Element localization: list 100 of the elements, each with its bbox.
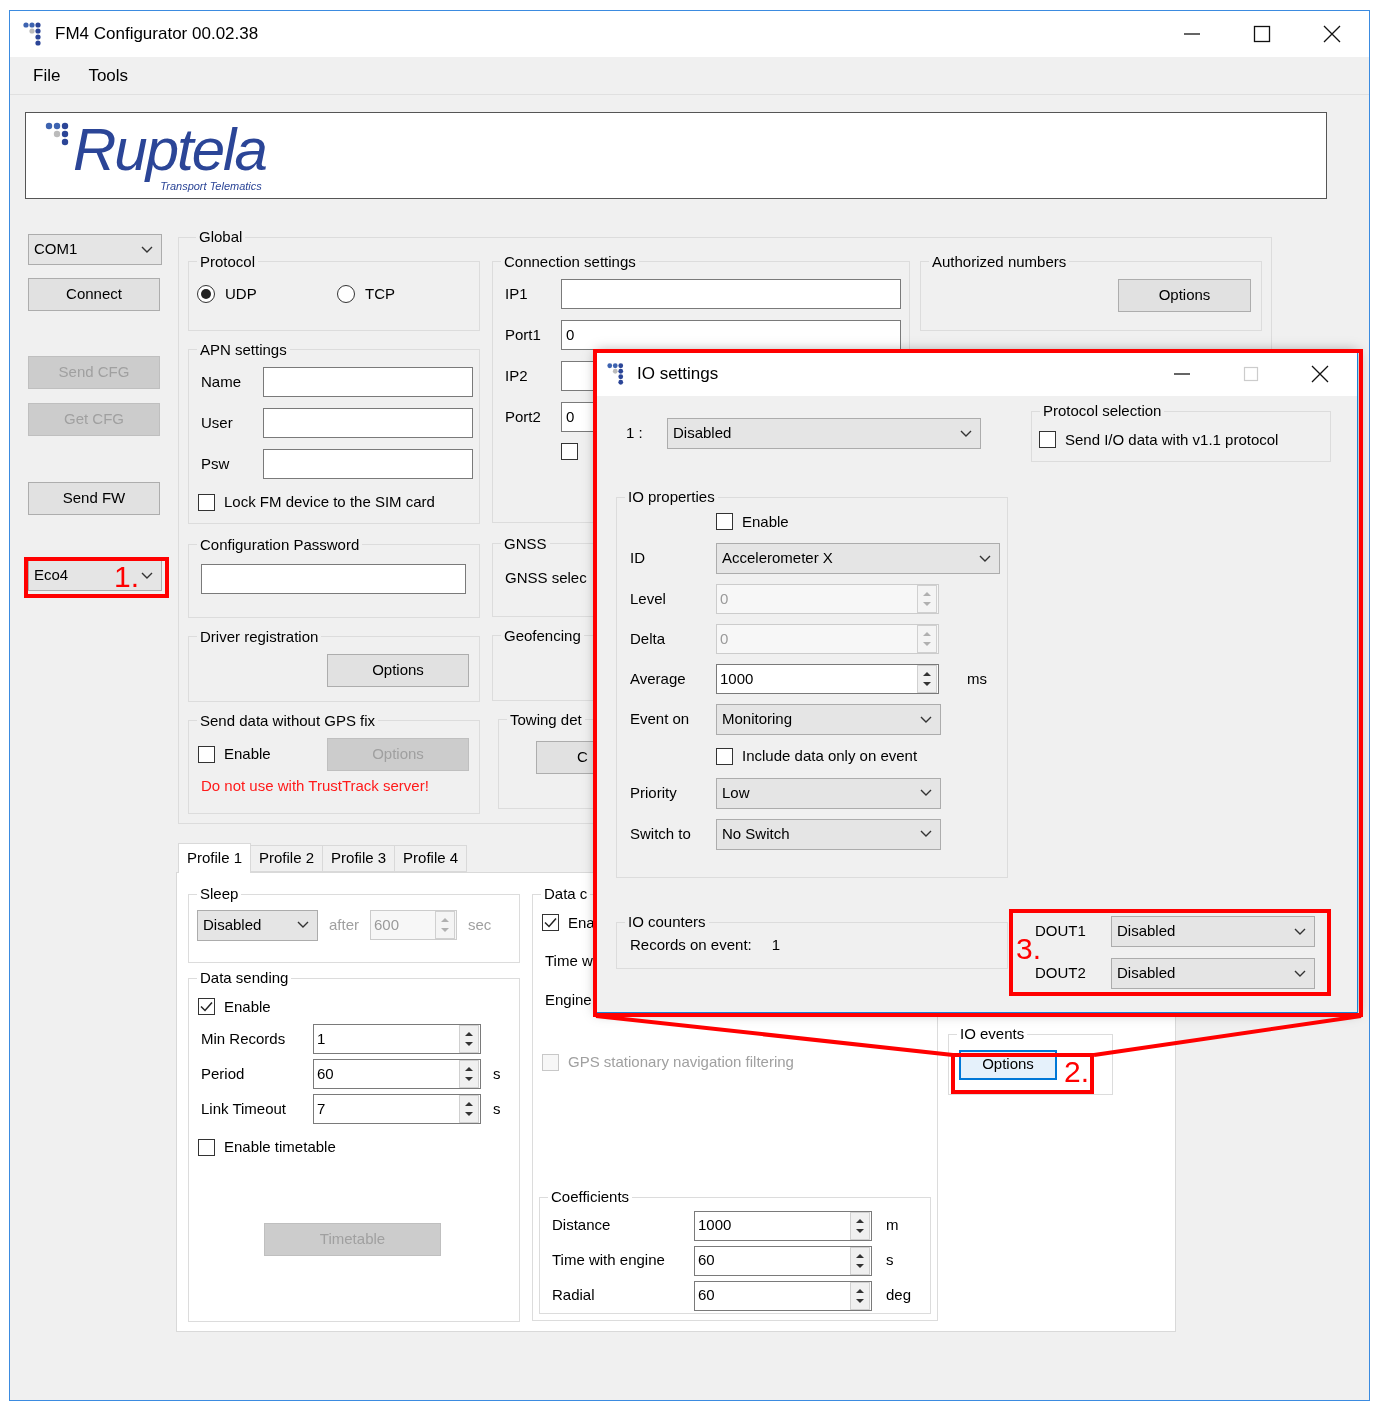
group-title: APN settings (199, 339, 288, 360)
radio-label: TCP (365, 284, 395, 304)
radio-button[interactable] (337, 285, 355, 304)
checkbox-label: Lock FM device to the SIM card (224, 492, 435, 512)
spin-arrows-icon (435, 911, 455, 939)
number-field[interactable]: 60 (694, 1280, 872, 1311)
checkbox[interactable] (561, 443, 578, 460)
spin-arrows-icon (917, 625, 937, 653)
text-field[interactable] (561, 279, 901, 309)
number-field[interactable]: 1000 (716, 664, 939, 694)
menu-item[interactable]: Tools (88, 62, 129, 89)
connect-button[interactable]: Connect (28, 278, 160, 311)
spin-arrows-icon (917, 585, 937, 613)
number-field[interactable]: 1 (313, 1024, 481, 1054)
io-number: 1 : (626, 423, 644, 444)
checkbox-label: Include data only on event (742, 746, 918, 766)
annotation-number: 1. (114, 560, 140, 594)
close-icon[interactable] (1311, 365, 1329, 383)
unit-label: s (886, 1250, 895, 1271)
menu-item[interactable]: File (33, 62, 61, 89)
maximize-icon[interactable] (1253, 25, 1271, 43)
field-label: Event on (630, 709, 691, 730)
dropdown[interactable]: Disabled (1111, 958, 1315, 989)
unit-label: ms (967, 668, 987, 689)
number-field[interactable]: 1000 (694, 1210, 872, 1241)
port-dropdown[interactable]: COM1 (28, 234, 162, 265)
text-field[interactable] (263, 408, 473, 438)
number-field[interactable]: 60 (694, 1245, 872, 1276)
group-title: Connection settings (503, 251, 637, 272)
text-field[interactable] (263, 367, 473, 397)
group-title: IO properties (627, 487, 716, 507)
checkbox[interactable] (716, 513, 733, 531)
field-label: Distance (552, 1215, 612, 1236)
field-label: Level (630, 588, 667, 609)
checkbox[interactable] (542, 914, 559, 932)
group-title: Send data without GPS fix (199, 710, 377, 731)
spin-arrows-icon (850, 1281, 870, 1310)
checkbox[interactable] (198, 493, 215, 511)
spin-arrows-icon (459, 1060, 479, 1088)
group-title: Protocol selection (1042, 401, 1163, 421)
number-field[interactable]: 60 (313, 1059, 481, 1089)
field-label: Records on event: (630, 934, 752, 955)
spin-arrows-icon (850, 1246, 870, 1275)
field-label: Port2 (505, 406, 542, 427)
chevron-down-icon (960, 429, 972, 438)
profile-tab[interactable]: Profile 1 (178, 843, 252, 873)
text-field[interactable] (263, 449, 473, 479)
profile-tab[interactable]: Profile 3 (323, 845, 396, 872)
dropdown[interactable]: Disabled (667, 418, 981, 449)
checkbox[interactable] (716, 747, 733, 765)
options-button[interactable]: Options (327, 654, 469, 687)
unit-label: m (886, 1215, 900, 1236)
checkbox-label: Enable (742, 511, 789, 532)
field-label: DOUT2 (1035, 963, 1087, 984)
checkbox-label: Enable (224, 996, 271, 1017)
group-title: Coefficients (550, 1187, 631, 1207)
field-label: GNSS selec (504, 568, 588, 588)
group-title: Authorized numbers (931, 251, 1068, 272)
field-label: User (201, 412, 234, 433)
profile-tab[interactable]: Profile 4 (395, 845, 468, 872)
dropdown[interactable]: Disabled (1111, 916, 1315, 947)
dropdown[interactable]: Monitoring (716, 704, 941, 735)
group-title: IO counters (627, 912, 707, 932)
number-field[interactable]: 7 (313, 1094, 481, 1124)
close-icon[interactable] (1323, 25, 1341, 43)
group-title: GNSS (503, 533, 548, 554)
field-label: Min Records (201, 1028, 287, 1049)
unit-label: s (493, 1063, 502, 1084)
chevron-down-icon (920, 715, 932, 724)
group-title: Configuration Password (199, 534, 361, 555)
dropdown[interactable]: Accelerometer X (716, 543, 1000, 574)
group-title: IO events (959, 1024, 1026, 1044)
field-label: Average (630, 668, 687, 689)
options-button[interactable]: Options (1118, 279, 1251, 312)
checkbox[interactable] (198, 1138, 215, 1156)
counter-value: 1 (771, 934, 781, 955)
field-label: Time w (544, 951, 594, 971)
after-label: after (329, 914, 359, 935)
send-fw-button[interactable]: Send FW (28, 482, 160, 515)
chevron-down-icon (297, 921, 309, 929)
dialog-title: IO settings (637, 363, 719, 386)
field-label: Radial (552, 1285, 596, 1306)
profile-tab[interactable]: Profile 2 (251, 845, 324, 872)
text-field[interactable]: 0 (561, 320, 901, 350)
radio-button[interactable] (197, 285, 215, 304)
chevron-down-icon (1294, 927, 1306, 936)
checkbox-label: Ena (568, 912, 595, 933)
logo-wordmark: Ruptela (73, 120, 266, 180)
logo-tagline: Transport Telematics (160, 180, 262, 194)
checkbox[interactable] (1039, 431, 1056, 449)
chevron-down-icon (979, 554, 991, 563)
checkbox[interactable] (198, 746, 215, 763)
field-label: Name (201, 371, 242, 392)
dropdown[interactable]: Low (716, 777, 941, 809)
spin-arrows-icon (917, 665, 937, 693)
text-field[interactable] (201, 564, 466, 594)
checkbox[interactable] (198, 998, 215, 1016)
dropdown[interactable]: No Switch (716, 818, 941, 850)
field-label: IP1 (505, 283, 529, 304)
warning-text: Do not use with TrustTrack server! (200, 776, 430, 796)
